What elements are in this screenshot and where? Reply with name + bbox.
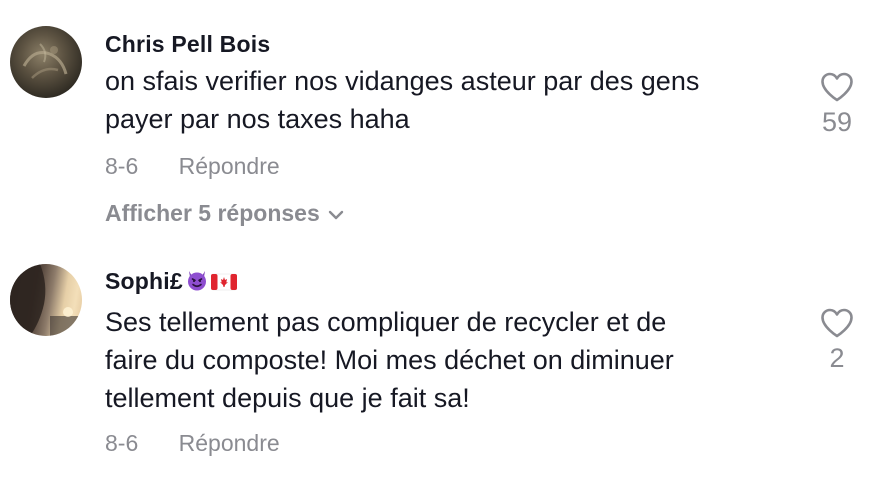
avatar[interactable]	[10, 264, 82, 336]
rock-texture-icon	[22, 43, 68, 79]
comment-meta: 8-6 Répondre	[105, 430, 280, 457]
comment-item: Sophi£ Ses tellement pas compliquer de r…	[0, 250, 888, 478]
comment-date: 8-6	[105, 153, 139, 179]
like-button[interactable]: 2	[800, 308, 874, 374]
comment-text: on sfais verifier nos vidanges asteur pa…	[105, 66, 700, 134]
comment-meta: 8-6 Répondre	[105, 153, 280, 180]
comments-list: Chris Pell Bois on sfais verifier nos vi…	[0, 0, 888, 478]
canada-flag-emoji-icon	[210, 273, 237, 291]
comment-username[interactable]: Chris Pell Bois	[105, 31, 270, 58]
comment-item: Chris Pell Bois on sfais verifier nos vi…	[0, 0, 888, 250]
username-text: Sophi£	[105, 268, 183, 294]
like-count: 59	[821, 107, 853, 137]
like-button[interactable]: 59	[800, 72, 874, 138]
reply-button[interactable]: Répondre	[179, 153, 280, 180]
comment-date: 8-6	[105, 430, 139, 456]
like-count: 2	[829, 343, 845, 373]
sunset-portrait-icon	[10, 264, 82, 336]
comment-username[interactable]: Sophi£	[105, 268, 237, 295]
show-replies-button[interactable]: Afficher 5 réponses	[105, 200, 344, 227]
show-replies-label: Afficher 5 réponses	[105, 200, 320, 226]
chevron-down-icon	[328, 210, 343, 220]
reply-button[interactable]: Répondre	[179, 430, 280, 457]
heart-icon	[821, 308, 853, 338]
heart-icon	[821, 72, 853, 102]
smiling-devil-emoji-icon	[187, 271, 206, 291]
comment-text: Ses tellement pas compliquer de recycler…	[105, 307, 674, 413]
avatar[interactable]	[10, 26, 82, 98]
